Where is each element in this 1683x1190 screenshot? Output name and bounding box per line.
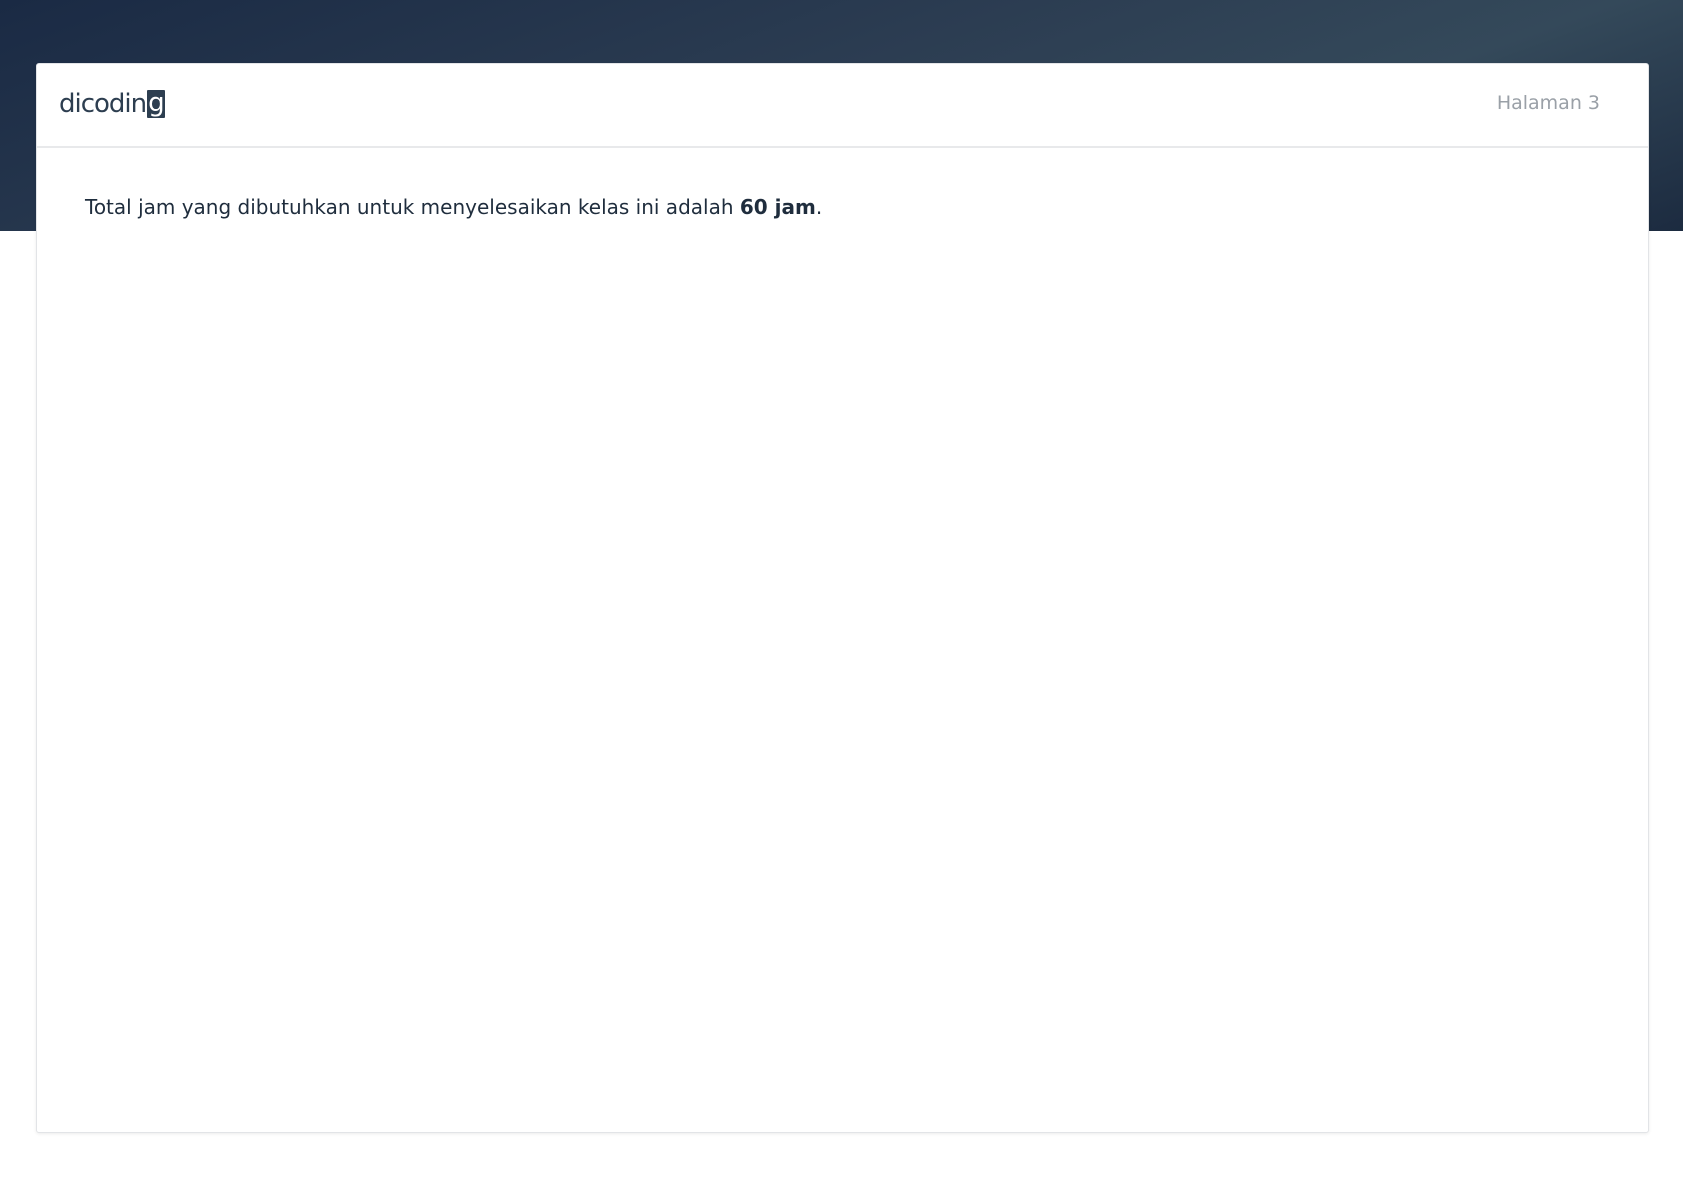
- total-hours-value: 60 jam: [739, 195, 816, 219]
- page-number-label: Halaman 3: [1496, 92, 1600, 114]
- document-card: dicodin g Halaman 3 Total jam yang dibutu…: [36, 63, 1649, 1133]
- logo-text: dicodin: [59, 89, 147, 119]
- dicoding-logo: dicodin g: [59, 86, 165, 122]
- logo-text-highlight: g: [147, 88, 165, 118]
- content-text: Total jam yang dibutuhkan untuk menyeles…: [85, 195, 740, 219]
- content-period: .: [815, 195, 823, 219]
- content-paragraph: Total jam yang dibutuhkan untuk menyeles…: [85, 195, 822, 219]
- card-header: dicodin g Halaman 3: [37, 64, 1648, 148]
